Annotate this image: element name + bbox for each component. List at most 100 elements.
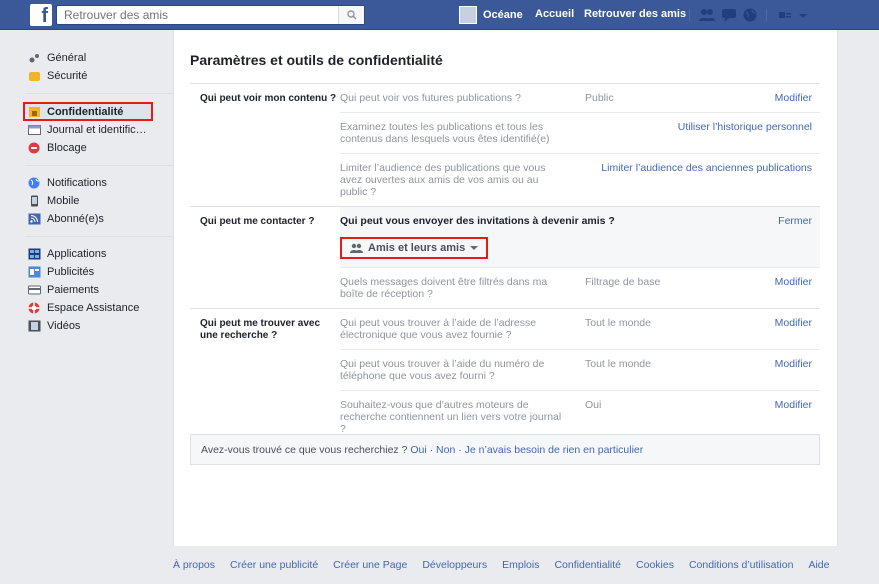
setting-value: Oui: [585, 399, 602, 411]
footer-link-careers[interactable]: Emplois: [502, 559, 539, 571]
setting-question: Qui peut voir vos futures publications ?: [340, 92, 521, 104]
edit-link[interactable]: Modifier: [775, 276, 812, 288]
sidebar-item-label: Applications: [47, 248, 107, 260]
sidebar-item-label: Sécurité: [47, 70, 88, 82]
mobile-icon: [31, 195, 38, 207]
user-name: Océane: [483, 9, 523, 21]
sidebar-item-privacy[interactable]: Confidentialité: [23, 102, 153, 121]
separator: ·: [455, 444, 465, 456]
edit-link[interactable]: Modifier: [775, 317, 812, 329]
sidebar-item-blocking[interactable]: Blocage: [25, 139, 173, 157]
feedback-no-link[interactable]: Non: [436, 444, 455, 456]
feedback-box: Avez-vous trouvé ce que vous recherchiez…: [190, 434, 820, 465]
ads-icon: [28, 266, 41, 278]
section-label: Qui peut me contacter ?: [200, 216, 315, 227]
sidebar-item-label: Espace Assistance: [47, 302, 140, 314]
sidebar-item-label: Général: [47, 52, 87, 64]
edit-link[interactable]: Modifier: [775, 399, 812, 411]
privacy-shortcuts-icon[interactable]: [776, 7, 794, 23]
sidebar-item-label: Notifications: [47, 177, 107, 189]
limit-past-posts-link[interactable]: Limiter l’audience des anciennes publica…: [601, 162, 812, 174]
setting-row-limit-past-posts[interactable]: Limiter l’audience des publications que …: [340, 154, 820, 206]
friend-requests-icon[interactable]: [698, 7, 716, 23]
card-icon: [28, 285, 41, 295]
audience-label: Amis et leurs amis: [368, 242, 466, 254]
sidebar-item-timeline-tagging[interactable]: Journal et identific…: [25, 121, 173, 139]
footer: À propos Créer une publicité Créer une P…: [173, 559, 838, 571]
facebook-logo[interactable]: f: [30, 4, 52, 26]
sidebar-item-ads[interactable]: Publicités: [25, 263, 173, 281]
footer-link-help[interactable]: Aide: [808, 559, 829, 571]
sidebar-group: Notifications Mobile Abonné(e)s: [25, 174, 173, 237]
setting-value: Filtrage de base: [585, 276, 661, 288]
sidebar-item-apps[interactable]: Applications: [25, 245, 173, 263]
privacy-settings-table: Qui peut voir mon contenu ? Qui peut voi…: [190, 83, 820, 444]
gear-icon: [29, 54, 39, 63]
globe-icon: [28, 177, 40, 189]
account-menu-chevron-down-icon[interactable]: [796, 7, 810, 23]
settings-section-lookup: Qui peut me trouver avec une recherche ?…: [190, 309, 820, 444]
find-friends-link[interactable]: Retrouver des amis: [584, 8, 686, 20]
nav-divider: [766, 9, 767, 21]
section-label: Qui peut voir mon contenu ?: [200, 93, 337, 104]
setting-row-email-lookup[interactable]: Qui peut vous trouver à l’aide de l’adre…: [340, 309, 820, 350]
footer-link-cookies[interactable]: Cookies: [636, 559, 674, 571]
setting-row-review-posts[interactable]: Examinez toutes les publications et tous…: [340, 113, 820, 154]
sidebar-item-notifications[interactable]: Notifications: [25, 174, 173, 192]
setting-row-friend-requests: Qui peut vous envoyer des invitations à …: [340, 207, 820, 268]
sidebar-item-videos[interactable]: Vidéos: [25, 317, 173, 335]
film-icon: [28, 320, 41, 332]
edit-link[interactable]: Modifier: [775, 92, 812, 104]
footer-link-developers[interactable]: Développeurs: [422, 559, 487, 571]
profile-link[interactable]: Océane: [459, 6, 523, 24]
setting-question: Qui peut vous trouver à l’aide de l’adre…: [340, 317, 537, 341]
sidebar-group: Confidentialité Journal et identific… Bl…: [23, 102, 173, 166]
sidebar-item-mobile[interactable]: Mobile: [25, 192, 173, 210]
sidebar-item-label: Abonné(e)s: [47, 213, 104, 225]
sidebar-item-label: Mobile: [47, 195, 80, 207]
search-button[interactable]: [338, 6, 364, 24]
block-icon: [28, 142, 40, 154]
footer-link-about[interactable]: À propos: [173, 559, 215, 571]
sidebar-item-support-inbox[interactable]: Espace Assistance: [25, 299, 173, 317]
messages-icon[interactable]: [720, 7, 738, 23]
avatar: [459, 6, 477, 24]
sidebar-item-label: Publicités: [47, 266, 95, 278]
top-bar: f Océane Accueil Retrouver des amis: [0, 0, 879, 30]
sidebar-item-security[interactable]: Sécurité: [25, 67, 173, 85]
setting-question: Examinez toutes les publications et tous…: [340, 121, 550, 145]
sidebar-group: Applications Publicités Paiements Espace…: [25, 245, 173, 335]
feedback-nothing-link[interactable]: Je n’avais besoin de rien en particulier: [465, 444, 644, 456]
audience-selector-button[interactable]: Amis et leurs amis: [340, 237, 489, 259]
footer-link-create-ad[interactable]: Créer une publicité: [230, 559, 318, 571]
sidebar-group: Général Sécurité: [25, 49, 173, 94]
friends-icon: [350, 243, 363, 253]
activity-log-link[interactable]: Utiliser l’historique personnel: [678, 121, 812, 133]
footer-link-create-page[interactable]: Créer une Page: [333, 559, 407, 571]
shield-icon: [29, 72, 40, 81]
home-link[interactable]: Accueil: [535, 8, 574, 20]
setting-value: Tout le monde: [585, 358, 651, 370]
footer-link-terms[interactable]: Conditions d’utilisation: [689, 559, 793, 571]
separator: ·: [426, 444, 437, 456]
setting-row-future-posts[interactable]: Qui peut voir vos futures publications ?…: [340, 84, 820, 113]
search-input[interactable]: [57, 6, 347, 24]
setting-row-phone-lookup[interactable]: Qui peut vous trouver à l’aide du numéro…: [340, 350, 820, 391]
timeline-icon: [28, 125, 41, 135]
edit-link[interactable]: Modifier: [775, 358, 812, 370]
lock-icon: [29, 106, 40, 117]
lifebuoy-icon: [28, 302, 40, 314]
sidebar-item-payments[interactable]: Paiements: [25, 281, 173, 299]
setting-row-message-filter[interactable]: Quels messages doivent être filtrés dans…: [340, 268, 820, 308]
notifications-globe-icon[interactable]: [741, 7, 759, 23]
sidebar-item-label: Paiements: [47, 284, 99, 296]
page-title: Paramètres et outils de confidentialité: [190, 52, 443, 68]
setting-question: Quels messages doivent être filtrés dans…: [340, 276, 548, 300]
sidebar-item-followers[interactable]: Abonné(e)s: [25, 210, 173, 228]
sidebar-item-general[interactable]: Général: [25, 49, 173, 67]
feedback-yes-link[interactable]: Oui: [410, 444, 426, 456]
settings-section-contact: Qui peut me contacter ? Qui peut vous en…: [190, 207, 820, 309]
search-icon: [347, 10, 357, 20]
footer-link-privacy[interactable]: Confidentialité: [554, 559, 621, 571]
close-link[interactable]: Fermer: [778, 215, 812, 227]
